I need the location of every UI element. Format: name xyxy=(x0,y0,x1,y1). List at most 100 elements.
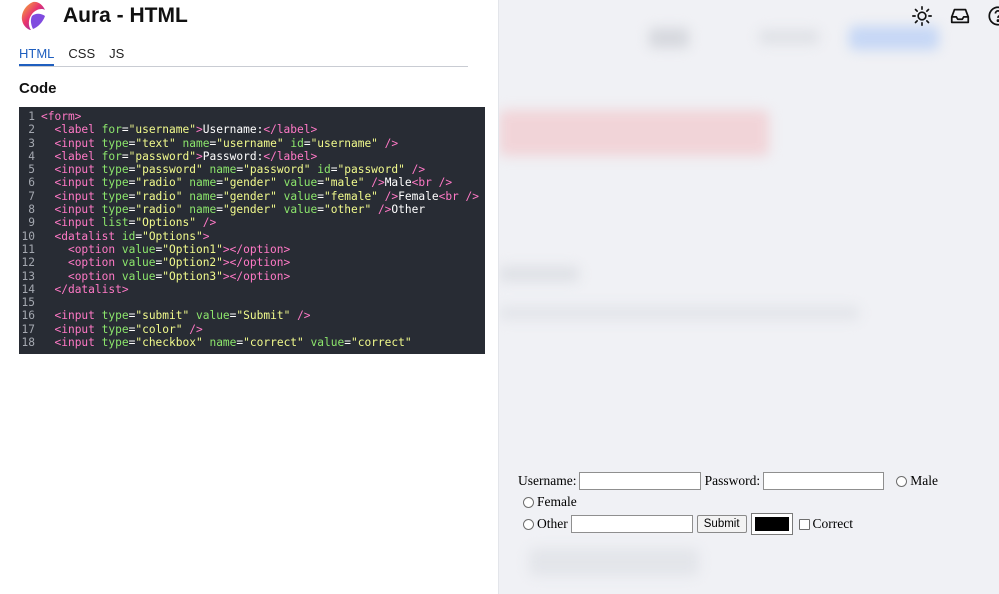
code-line: 7 <input type="radio" name="gender" valu… xyxy=(19,190,485,203)
code-token: name xyxy=(209,336,237,350)
code-token: ></option> xyxy=(222,256,291,270)
code-token: "Option3" xyxy=(162,269,223,283)
code-token: <input xyxy=(54,309,102,323)
code-token: id xyxy=(317,163,331,177)
code-token: list xyxy=(101,216,129,230)
line-content: <option value="Option1"></option> xyxy=(41,243,485,256)
code-token: <input xyxy=(54,163,102,177)
code-token: type xyxy=(101,163,129,177)
line-number: 13 xyxy=(21,269,35,283)
line-content: <input type="radio" name="gender" value=… xyxy=(41,203,485,216)
code-token: </label> xyxy=(263,149,318,163)
line-number: 9 xyxy=(28,216,35,230)
code-token: /> xyxy=(371,176,385,190)
code-token: = xyxy=(121,149,129,163)
inbox-icon[interactable] xyxy=(949,5,971,27)
male-radio[interactable] xyxy=(896,475,908,487)
code-token: name xyxy=(189,189,217,203)
code-token: value xyxy=(310,336,345,350)
code-token: ></option> xyxy=(222,242,291,256)
code-line: 11 <option value="Option1"></option> xyxy=(19,243,485,256)
line-number: 14 xyxy=(21,282,35,296)
tab-html[interactable]: HTML xyxy=(19,44,55,66)
code-token: "password" xyxy=(135,163,203,177)
help-icon[interactable] xyxy=(987,5,999,27)
line-number: 1 xyxy=(28,110,35,123)
tab-js[interactable]: JS xyxy=(109,44,124,66)
html-panel: Aura - HTML HTML CSS JS Code 1 <form> 2 <l… xyxy=(0,0,499,594)
code-line: 4 <label for="password">Password:</label… xyxy=(19,150,485,163)
line-number: 17 xyxy=(21,322,35,336)
code-line: 16 <input type="submit" value="Submit" /… xyxy=(19,309,485,322)
code-token: type xyxy=(101,136,129,150)
line-number: 18 xyxy=(21,336,35,350)
line-number: 8 xyxy=(28,203,35,217)
code-token: value xyxy=(283,203,318,217)
code-token: = xyxy=(330,163,338,177)
code-token: Female xyxy=(398,189,439,203)
line-number: 12 xyxy=(21,256,35,270)
other-radio[interactable] xyxy=(523,518,534,530)
color-picker[interactable] xyxy=(750,513,793,535)
other-label: Other xyxy=(537,516,568,531)
code-token: "Submit" xyxy=(236,309,291,323)
code-token: <input xyxy=(54,176,102,190)
code-token: <input xyxy=(54,189,102,203)
line-number: 3 xyxy=(28,136,35,150)
code-token: <input xyxy=(54,203,102,217)
tab-css[interactable]: CSS xyxy=(68,44,95,66)
line-content: <input type="text" name="username" id="u… xyxy=(41,137,485,150)
code-token: /> xyxy=(384,189,399,203)
color-swatch-fill xyxy=(754,517,789,531)
correct-checkbox[interactable] xyxy=(798,518,810,530)
code-editor[interactable]: 1 <form> 2 <label for="username">Username:… xyxy=(19,107,485,354)
code-token: > xyxy=(195,123,203,137)
line-content: <input type="submit" value="Submit" /> xyxy=(41,309,485,322)
code-line: 2 <label for="username">Username:</label… xyxy=(19,123,485,136)
username-input[interactable] xyxy=(579,472,701,490)
male-label: Male xyxy=(910,473,938,488)
code-line: 1 <form> xyxy=(19,110,485,123)
female-label: Female xyxy=(537,494,577,509)
line-content: <datalist id="Options"> xyxy=(41,230,485,243)
correct-label: Correct xyxy=(812,516,854,531)
code-token: <form> xyxy=(41,110,82,123)
sun-icon[interactable] xyxy=(911,5,933,27)
code-token: Username: xyxy=(202,123,264,137)
code-token: > xyxy=(202,229,210,243)
code-token: <input xyxy=(54,216,102,230)
line-number: 11 xyxy=(21,242,35,256)
code-token: "radio" xyxy=(135,189,183,203)
code-token: /> xyxy=(377,203,392,217)
code-token: "radio" xyxy=(135,203,183,217)
code-token: "radio" xyxy=(135,176,183,190)
line-number: 2 xyxy=(28,123,35,137)
code-token: type xyxy=(101,203,129,217)
code-token: /> xyxy=(297,309,311,323)
code-token: = xyxy=(344,336,351,350)
username-label: Username: xyxy=(518,473,577,488)
code-line: 3 <input type="text" name="username" id=… xyxy=(19,137,485,150)
code-line: 12 <option value="Option2"></option> xyxy=(19,256,485,269)
submit-button[interactable]: Submit xyxy=(696,515,747,533)
line-content: <option value="Option3"></option> xyxy=(41,270,485,283)
code-token: ></option> xyxy=(222,269,291,283)
code-token: = xyxy=(216,189,223,203)
code-token: Other xyxy=(391,203,426,217)
female-radio[interactable] xyxy=(523,496,534,508)
options-datalist-input[interactable] xyxy=(570,515,693,533)
password-input[interactable] xyxy=(763,472,885,490)
code-token: "Options" xyxy=(142,229,203,243)
code-token: id xyxy=(121,229,136,243)
code-token: "correct" xyxy=(350,336,412,350)
line-number: 6 xyxy=(28,176,35,190)
code-token: <option xyxy=(67,242,122,256)
